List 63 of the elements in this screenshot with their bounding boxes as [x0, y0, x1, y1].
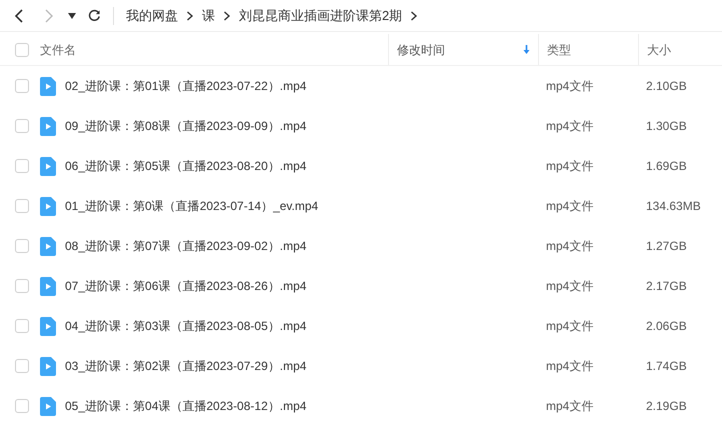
- checkbox[interactable]: [15, 159, 29, 173]
- checkbox[interactable]: [15, 359, 29, 373]
- video-file-icon: [40, 396, 56, 416]
- checkbox[interactable]: [15, 399, 29, 413]
- file-name[interactable]: 05_进阶课：第04课（直播2023-08-12）.mp4: [65, 397, 306, 415]
- checkbox[interactable]: [15, 119, 29, 133]
- file-name[interactable]: 07_进阶课：第06课（直播2023-08-26）.mp4: [65, 277, 306, 295]
- dropdown-icon[interactable]: [68, 12, 76, 18]
- file-type: mp4文件: [546, 159, 594, 173]
- checkbox[interactable]: [15, 279, 29, 293]
- chevron-icon: [186, 10, 194, 20]
- column-label: 修改时间: [397, 42, 445, 58]
- file-size: 1.69GB: [646, 159, 687, 173]
- file-name[interactable]: 04_进阶课：第03课（直播2023-08-05）.mp4: [65, 317, 306, 335]
- column-label: 类型: [547, 42, 571, 58]
- column-label: 大小: [647, 42, 671, 58]
- file-name[interactable]: 02_进阶课：第01课（直播2023-07-22）.mp4: [65, 77, 306, 95]
- video-file-icon: [40, 76, 56, 96]
- column-label: 文件名: [40, 42, 76, 58]
- file-type: mp4文件: [546, 319, 594, 333]
- file-size: 2.06GB: [646, 319, 687, 333]
- checkbox[interactable]: [15, 239, 29, 253]
- video-file-icon: [40, 196, 56, 216]
- chevron-icon: [410, 10, 418, 20]
- chevron-icon: [223, 10, 231, 20]
- file-type: mp4文件: [546, 119, 594, 133]
- file-name[interactable]: 06_进阶课：第05课（直播2023-08-20）.mp4: [65, 157, 306, 175]
- file-name[interactable]: 01_进阶课：第0课（直播2023-07-14）_ev.mp4: [65, 197, 318, 215]
- file-type: mp4文件: [546, 79, 594, 93]
- file-size: 1.74GB: [646, 359, 687, 373]
- file-name[interactable]: 09_进阶课：第08课（直播2023-09-09）.mp4: [65, 117, 306, 135]
- refresh-icon[interactable]: [88, 9, 101, 22]
- file-size: 134.63MB: [646, 199, 701, 213]
- column-header[interactable]: 修改时间: [388, 34, 538, 65]
- file-size: 1.30GB: [646, 119, 687, 133]
- video-file-icon: [40, 276, 56, 296]
- file-name[interactable]: 03_进阶课：第02课（直播2023-07-29）.mp4: [65, 357, 306, 375]
- video-file-icon: [40, 116, 56, 136]
- checkbox[interactable]: [15, 319, 29, 333]
- file-size: 2.19GB: [646, 399, 687, 413]
- video-file-icon: [40, 316, 56, 336]
- file-type: mp4文件: [546, 239, 594, 253]
- checkbox[interactable]: [15, 199, 29, 213]
- file-type: mp4文件: [546, 199, 594, 213]
- video-file-icon: [40, 156, 56, 176]
- column-header[interactable]: 大小: [638, 34, 722, 65]
- file-size: 2.10GB: [646, 79, 687, 93]
- file-size: 1.27GB: [646, 239, 687, 253]
- video-file-icon: [40, 356, 56, 376]
- file-type: mp4文件: [546, 279, 594, 293]
- breadcrumb-link[interactable]: 刘昆昆商业插画进阶课第2期: [239, 6, 402, 26]
- file-name[interactable]: 08_进阶课：第07课（直播2023-09-02）.mp4: [65, 237, 306, 255]
- file-type: mp4文件: [546, 399, 594, 413]
- file-size: 2.17GB: [646, 279, 687, 293]
- column-header[interactable]: 文件名: [40, 34, 388, 65]
- file-type: mp4文件: [546, 359, 594, 373]
- checkbox[interactable]: [15, 79, 29, 93]
- sort-arrow-icon[interactable]: [523, 45, 530, 54]
- breadcrumb-link[interactable]: 课: [202, 6, 215, 26]
- video-file-icon: [40, 236, 56, 256]
- checkbox[interactable]: [15, 42, 29, 56]
- breadcrumb-link[interactable]: 我的网盘: [126, 6, 178, 26]
- column-header[interactable]: 类型: [538, 34, 638, 65]
